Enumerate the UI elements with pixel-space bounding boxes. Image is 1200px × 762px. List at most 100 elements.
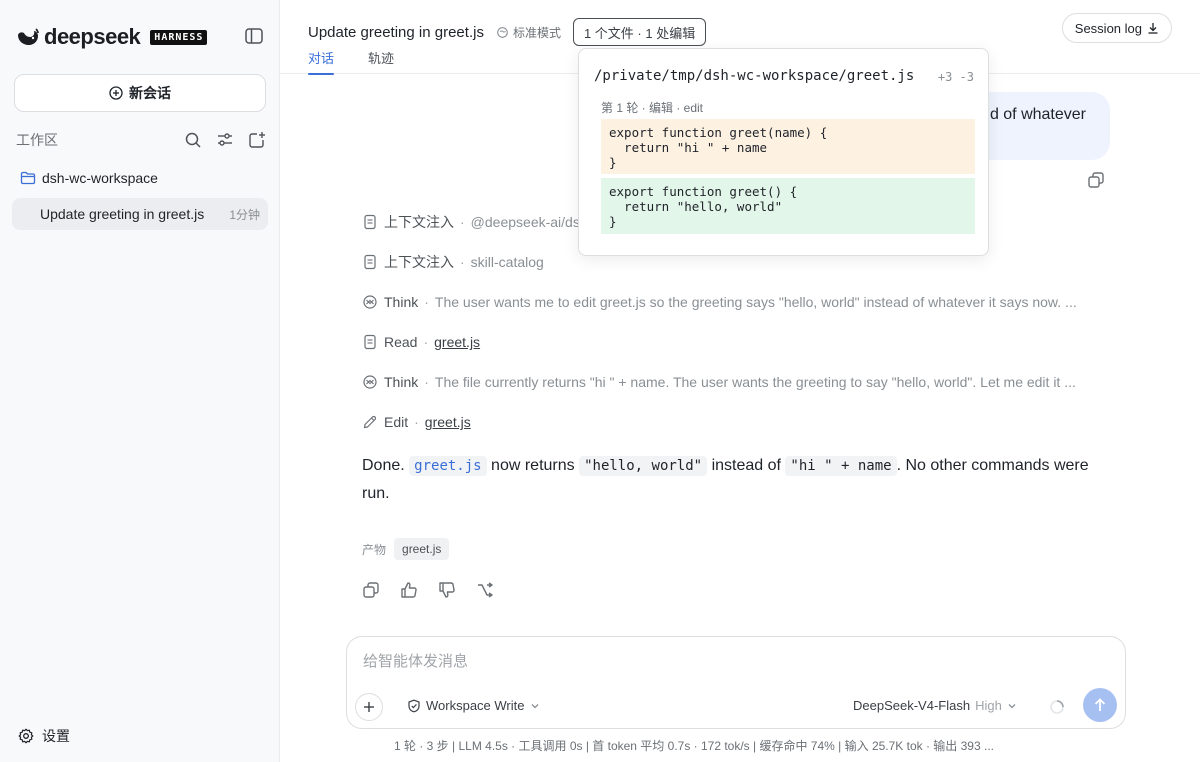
new-folder-icon[interactable] bbox=[248, 131, 266, 149]
thumbs-up-icon[interactable] bbox=[400, 581, 418, 599]
model-selector[interactable]: DeepSeek-V4-Flash High bbox=[853, 698, 1017, 713]
answer-code: "hi " + name bbox=[785, 456, 897, 476]
attach-button[interactable] bbox=[355, 693, 383, 721]
title-row: Update greeting in greet.js 标准模式 1 个文件 ·… bbox=[308, 18, 707, 46]
workspace-label: 工作区 bbox=[16, 132, 58, 148]
gear-icon bbox=[18, 728, 34, 744]
model-name: DeepSeek-V4-Flash bbox=[853, 698, 971, 713]
chevron-down-icon bbox=[531, 703, 538, 708]
logo-badge: HARNESS bbox=[150, 29, 208, 45]
message-input[interactable] bbox=[363, 653, 1063, 670]
diff-added-code: export function greet() { return "hello,… bbox=[601, 178, 975, 234]
mode-indicator[interactable]: 标准模式 bbox=[496, 24, 561, 41]
thumbs-down-icon[interactable] bbox=[438, 581, 456, 599]
document-icon bbox=[362, 334, 378, 350]
permission-selector[interactable]: Workspace Write bbox=[407, 698, 540, 713]
loading-spinner-icon bbox=[1050, 700, 1064, 714]
answer-text: now returns bbox=[491, 457, 575, 474]
brain-icon bbox=[362, 374, 378, 390]
answer-code: "hello, world" bbox=[579, 456, 708, 476]
session-log-label: Session log bbox=[1074, 20, 1142, 36]
tool-call-detail: The file currently returns "hi " + name.… bbox=[434, 374, 1076, 390]
composer: Workspace Write DeepSeek-V4-Flash High bbox=[346, 636, 1126, 729]
folder-icon bbox=[20, 171, 36, 185]
tool-call-detail: The user wants me to edit greet.js so th… bbox=[434, 294, 1077, 310]
separator: · bbox=[460, 254, 465, 270]
shield-icon bbox=[408, 699, 420, 712]
answer-text: Done. bbox=[362, 457, 405, 474]
tool-call-file-link[interactable]: greet.js bbox=[434, 334, 480, 350]
sidebar-toggle-icon[interactable] bbox=[244, 26, 264, 46]
mode-label: 标准模式 bbox=[512, 25, 561, 40]
send-button[interactable] bbox=[1083, 688, 1117, 722]
artifacts-label: 产物 bbox=[362, 542, 387, 557]
artifacts-row: 产物 greet.js bbox=[362, 538, 450, 560]
brain-icon bbox=[362, 294, 378, 310]
tool-call-name: 上下文注入 bbox=[384, 214, 454, 230]
new-chat-button[interactable]: 新会话 bbox=[14, 74, 266, 112]
workspace-header: 工作区 bbox=[16, 130, 266, 150]
files-summary-button[interactable]: 1 个文件 · 1 处编辑 bbox=[572, 18, 707, 46]
logo: deepseek HARNESS bbox=[16, 24, 208, 50]
separator: · bbox=[414, 414, 419, 430]
run-stats: 1 轮 · 3 步 | LLM 4.5s · 工具调用 0s | 首 token… bbox=[394, 739, 994, 753]
branch-icon[interactable] bbox=[476, 581, 494, 599]
workspace-folder[interactable]: dsh-wc-workspace bbox=[20, 170, 158, 186]
logo-text: deepseek bbox=[44, 24, 141, 49]
separator: · bbox=[424, 374, 429, 390]
document-icon bbox=[362, 254, 378, 270]
whale-logo-icon bbox=[18, 28, 39, 45]
tab-conversation[interactable]: 对话 bbox=[308, 48, 335, 75]
tool-call-file-link[interactable]: greet.js bbox=[425, 414, 471, 430]
chat-title: Update greeting in greet.js bbox=[308, 23, 484, 41]
tool-call-name: Think bbox=[384, 374, 419, 390]
message-actions bbox=[362, 581, 494, 599]
diff-stats: +3 -3 bbox=[937, 70, 974, 84]
pencil-icon bbox=[362, 414, 378, 430]
file-diff-popover: /private/tmp/dsh-wc-workspace/greet.js +… bbox=[578, 48, 989, 256]
session-time: 1分钟 bbox=[229, 207, 260, 222]
tool-call-detail: @deepseek-ai/ds bbox=[470, 214, 580, 230]
copy-icon[interactable] bbox=[362, 581, 380, 599]
tool-call-name: 上下文注入 bbox=[384, 254, 454, 270]
tool-call-row[interactable]: Think · The user wants me to edit greet.js… bbox=[362, 292, 1112, 312]
assistant-answer: Done. greet.js now returns "hello, world… bbox=[362, 452, 1112, 508]
workspace-tools bbox=[184, 131, 266, 149]
sidebar: deepseek HARNESS 新会话 工作区 dsh-wc-workspac… bbox=[0, 0, 280, 762]
document-icon bbox=[362, 214, 378, 230]
filter-sliders-icon[interactable] bbox=[216, 131, 234, 149]
session-title: Update greeting in greet.js bbox=[40, 206, 205, 222]
arrow-up-icon bbox=[1094, 698, 1106, 711]
tool-call-row[interactable]: Think · The file currently returns "hi " +… bbox=[362, 372, 1112, 392]
answer-text: instead of bbox=[711, 457, 781, 474]
search-icon[interactable] bbox=[184, 131, 202, 149]
separator: · bbox=[423, 334, 429, 350]
settings-button[interactable]: 设置 bbox=[18, 726, 70, 746]
plus-icon bbox=[364, 702, 374, 712]
plus-circle-icon bbox=[109, 86, 123, 100]
diff-round-label: 第 1 轮 · 编辑 · edit bbox=[601, 101, 704, 115]
tab-trace[interactable]: 轨迹 bbox=[368, 48, 394, 74]
artifact-chip[interactable]: greet.js bbox=[394, 538, 450, 560]
tool-call-row[interactable]: Edit · greet.js bbox=[362, 412, 1112, 432]
diff-file-path[interactable]: /private/tmp/dsh-wc-workspace/greet.js bbox=[594, 68, 914, 84]
separator: · bbox=[424, 294, 429, 310]
diff-removed-code: export function greet(name) { return "hi… bbox=[601, 119, 975, 174]
separator: · bbox=[460, 214, 465, 230]
tool-call-name: Think bbox=[384, 294, 419, 310]
permission-label: Workspace Write bbox=[426, 698, 525, 713]
brain-icon bbox=[497, 26, 508, 38]
download-icon bbox=[1148, 23, 1158, 34]
session-item[interactable]: Update greeting in greet.js 1分钟 bbox=[12, 198, 268, 230]
model-level: High bbox=[975, 698, 1002, 713]
tool-call-name: Read bbox=[384, 334, 418, 350]
new-chat-label: 新会话 bbox=[129, 85, 171, 101]
app-root: deepseek HARNESS 新会话 工作区 dsh-wc-workspac… bbox=[0, 0, 1200, 762]
tool-call-name: Edit bbox=[384, 414, 409, 430]
tab-bar: 对话 轨迹 bbox=[308, 48, 394, 75]
folder-name: dsh-wc-workspace bbox=[42, 170, 158, 186]
tool-call-row[interactable]: Read · greet.js bbox=[362, 332, 1112, 352]
session-log-button[interactable]: Session log bbox=[1061, 13, 1172, 43]
answer-code-file[interactable]: greet.js bbox=[409, 456, 487, 476]
copy-icon[interactable] bbox=[1087, 171, 1105, 189]
